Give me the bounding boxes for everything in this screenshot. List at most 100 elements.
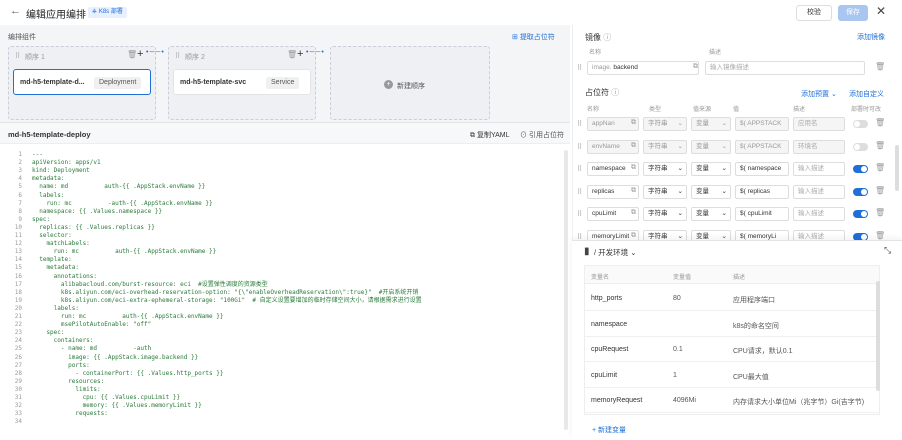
- delete-icon[interactable]: 🗑: [875, 118, 885, 127]
- placeholder-desc-input[interactable]: 输入描述: [793, 184, 845, 199]
- placeholder-value-input[interactable]: $( namespace: [735, 162, 789, 176]
- placeholder-type-select[interactable]: 字符串 ⌄: [643, 207, 687, 221]
- editable-toggle[interactable]: [853, 120, 868, 128]
- placeholder-value-input[interactable]: $( APPSTACK: [735, 139, 789, 154]
- env-title[interactable]: / 开发环境 ⌄: [594, 247, 637, 258]
- step-label: 顺序 2: [185, 54, 205, 61]
- drag-handle-icon[interactable]: ⠿: [175, 52, 180, 60]
- env-var-name: cpuLimit: [591, 371, 618, 379]
- close-icon[interactable]: ✕: [876, 4, 886, 18]
- line-number: 6: [18, 191, 22, 199]
- placeholder-type-select[interactable]: 字符串 ⌄: [643, 139, 687, 154]
- editable-toggle[interactable]: [853, 142, 868, 151]
- new-step-area[interactable]: + 新建顺序: [330, 46, 490, 120]
- add-custom-link[interactable]: 添加自定义: [849, 89, 884, 99]
- save-button[interactable]: 保存: [838, 5, 868, 21]
- editable-toggle[interactable]: [853, 165, 868, 173]
- new-variable-button[interactable]: + 新建变量: [592, 425, 626, 435]
- copy-icon[interactable]: ⧉: [631, 164, 636, 172]
- env-row[interactable]: cpuRequest 0.1 CPU请求，默认0.1: [585, 337, 879, 362]
- placeholder-source-select[interactable]: 变量 ⌄: [691, 117, 731, 131]
- add-icon[interactable]: +: [137, 48, 143, 60]
- env-row[interactable]: cpuLimit 1 CPU最大值: [585, 363, 879, 388]
- placeholder-value-input[interactable]: $( replicas: [735, 184, 789, 199]
- line-number: 5: [18, 183, 22, 191]
- delete-icon[interactable]: 🗑: [287, 50, 297, 59]
- step-card-deployment[interactable]: md-h5-template-d... Deployment: [13, 69, 151, 95]
- env-row[interactable]: memoryRequest 4096Mi 内存请求大小单位Mi（兆字节）Gi(吉字节…: [585, 388, 879, 413]
- placeholder-value: APPSTACK: [747, 142, 782, 150]
- placeholder-desc-input[interactable]: 输入描述: [793, 162, 845, 176]
- placeholder-source-select[interactable]: 变量 ⌄: [691, 139, 731, 154]
- back-arrow-icon[interactable]: ←: [10, 5, 21, 17]
- delete-icon[interactable]: 🗑: [875, 208, 885, 217]
- placeholder-source-select[interactable]: 变量 ⌄: [691, 207, 731, 221]
- placeholder-desc-input[interactable]: 应用名: [793, 117, 845, 131]
- image-name-input[interactable]: image. backend: [587, 61, 699, 75]
- line-number: 26: [14, 353, 22, 361]
- code-line: labels:: [32, 191, 65, 199]
- delete-icon[interactable]: 🗑: [875, 62, 885, 71]
- code-line: run: mc auth-{{ .AppStack.envName }}: [32, 313, 224, 320]
- placeholder-row: ⠿ envName ⧉ 字符串 ⌄ 变量 ⌄ $( APPSTACK 环境名 🗑: [573, 139, 895, 160]
- editor-scrollbar[interactable]: [564, 150, 568, 430]
- copy-yaml-button[interactable]: ⧉ 复制YAML: [470, 130, 510, 140]
- delete-icon[interactable]: 🗑: [875, 163, 885, 172]
- copy-icon[interactable]: ⧉: [693, 63, 698, 71]
- chevron-down-icon: ⌄: [721, 187, 727, 195]
- copy-icon[interactable]: ⧉: [631, 142, 636, 150]
- code-line: alibabacloud.com/burst-resource: eci #设置…: [32, 280, 268, 288]
- placeholder-desc-input[interactable]: 输入描述: [793, 207, 845, 221]
- add-icon[interactable]: +: [297, 48, 303, 60]
- delete-icon[interactable]: 🗑: [875, 231, 885, 240]
- verify-button[interactable]: 校验: [796, 5, 832, 21]
- editable-toggle[interactable]: [853, 187, 868, 196]
- placeholder-type-select[interactable]: 字符串 ⌄: [643, 162, 687, 176]
- add-image-link[interactable]: 添加镜像: [857, 32, 885, 42]
- placeholder-scrollbar[interactable]: [895, 145, 899, 191]
- copy-icon[interactable]: ⧉: [631, 209, 636, 217]
- drag-handle-icon[interactable]: ⠿: [577, 165, 582, 173]
- editable-toggle[interactable]: [853, 210, 868, 218]
- placeholder-row: ⠿ namespace ⧉ 字符串 ⌄ 变量 ⌄ $( namespace 输入描述 🗑: [573, 162, 895, 182]
- delete-icon[interactable]: 🗑: [127, 50, 137, 59]
- env-col-desc: 描述: [733, 275, 746, 281]
- env-row[interactable]: http_ports 80 应用程序端口: [585, 286, 879, 311]
- collapse-icon[interactable]: ⤡: [884, 245, 891, 256]
- placeholder-source-select[interactable]: 变量 ⌄: [691, 162, 731, 176]
- add-preset-link[interactable]: 添加预置 ⌄: [801, 89, 837, 99]
- placeholder-value-input[interactable]: $( APPSTACK: [735, 117, 789, 131]
- help-icon: ⓘ: [603, 33, 612, 42]
- step-card-service[interactable]: md-h5-template-svc Service: [173, 69, 311, 95]
- drag-handle-icon[interactable]: ⠿: [15, 52, 20, 60]
- copy-icon[interactable]: ⧉: [631, 232, 636, 240]
- line-number: 22: [14, 321, 22, 329]
- col-desc: 描述: [709, 50, 722, 56]
- placeholder-value-input[interactable]: $( cpuLimit: [735, 207, 789, 221]
- drag-handle-icon[interactable]: ⠿: [577, 188, 582, 196]
- code-line: name: md auth-{{ .AppStack.envName }}: [32, 183, 206, 191]
- yaml-editor[interactable]: 1 --- 2 apiVersion: apps/v1 3 kind: Deploymen…: [0, 148, 570, 440]
- cite-placeholder-button[interactable]: ⊙ 引用占位符: [520, 130, 564, 140]
- placeholder-source-select[interactable]: 变量 ⌄: [691, 184, 731, 199]
- image-desc-input[interactable]: 输入镜像描述: [705, 61, 865, 75]
- placeholder-type-select[interactable]: 字符串 ⌄: [643, 184, 687, 199]
- copy-icon[interactable]: ⧉: [631, 187, 636, 195]
- drag-handle-icon[interactable]: ⠿: [577, 210, 582, 218]
- line-number: 19: [14, 296, 22, 304]
- placeholder-type-select[interactable]: 字符串 ⌄: [643, 117, 687, 131]
- env-col-value: 变量值: [673, 275, 692, 281]
- delete-icon[interactable]: 🗑: [875, 186, 885, 195]
- copy-icon[interactable]: ⧉: [631, 119, 636, 127]
- extract-placeholder-link[interactable]: ⊞ 提取占位符: [512, 32, 555, 42]
- delete-icon[interactable]: 🗑: [875, 141, 885, 150]
- drag-handle-icon[interactable]: ⠿: [577, 64, 582, 72]
- env-scrollbar[interactable]: [876, 281, 880, 391]
- line-number: 24: [14, 337, 22, 345]
- drag-handle-icon[interactable]: ⠿: [577, 143, 582, 151]
- drag-handle-icon[interactable]: ⠿: [577, 120, 582, 128]
- env-row[interactable]: namespace k8s的命名空间: [585, 312, 879, 337]
- placeholder-desc-input[interactable]: 环境名: [793, 139, 845, 154]
- code-line: run: mc -auth-{{ .AppStack.envName }}: [32, 199, 213, 207]
- line-number: 3: [18, 167, 22, 175]
